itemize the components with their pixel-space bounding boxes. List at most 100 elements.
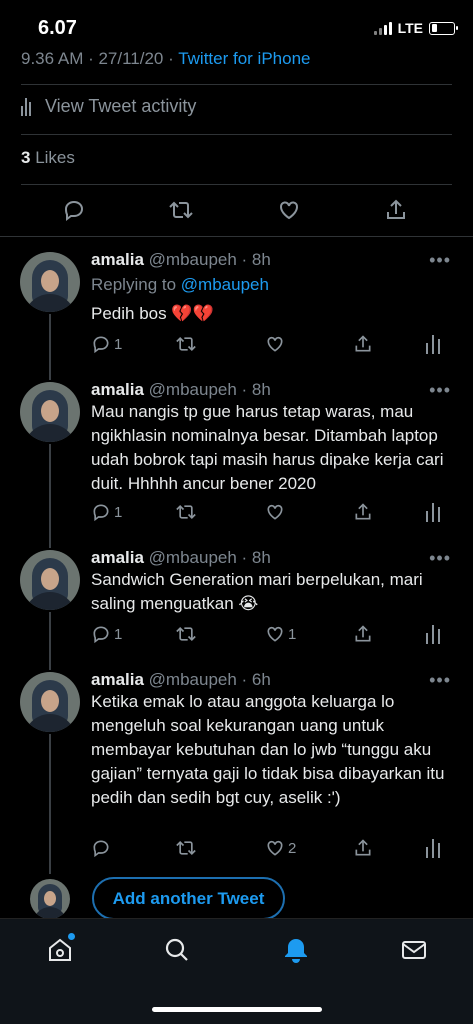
unread-dot [68, 933, 75, 940]
tab-home[interactable] [45, 933, 75, 965]
author-name[interactable]: amalia [91, 250, 144, 269]
retweet-button[interactable] [175, 622, 200, 646]
like-button[interactable] [265, 332, 288, 356]
tweet-actions: 1 [91, 500, 451, 524]
tweet-text: Sandwich Generation mari berpelukan, mar… [91, 570, 423, 613]
retweet-button[interactable] [175, 836, 200, 860]
thread-line [49, 612, 51, 670]
home-icon [49, 938, 71, 961]
more-options-icon[interactable]: ••• [429, 380, 451, 401]
author-handle: @mbaupeh · 8h [148, 380, 271, 399]
like-icon [267, 336, 283, 352]
divider [21, 84, 452, 85]
analytics-button[interactable] [425, 622, 441, 646]
reply-button[interactable]: 1 [91, 332, 122, 356]
analytics-icon [426, 839, 440, 858]
like-button[interactable]: 2 [265, 836, 296, 860]
avatar[interactable] [20, 672, 80, 732]
analytics-icon [426, 625, 440, 644]
network-label: LTE [397, 20, 423, 36]
bottom-tab-bar [0, 918, 473, 1024]
divider [21, 184, 452, 185]
retweet-button[interactable] [175, 332, 200, 356]
replying-to-line: Replying to @mbaupeh [91, 275, 269, 294]
reply-button[interactable]: 1 [91, 622, 122, 646]
author-handle: @mbaupeh · 8h [148, 250, 271, 269]
analytics-icon [21, 97, 35, 116]
analytics-button[interactable] [425, 836, 441, 860]
replying-to-mention[interactable]: @mbaupeh [181, 275, 269, 294]
share-icon [355, 839, 371, 856]
reply-icon [93, 840, 109, 858]
author-name[interactable]: amalia [91, 380, 144, 399]
tweet-actions: 2 [91, 836, 451, 860]
reply-count: 1 [114, 625, 123, 643]
share-button[interactable] [353, 836, 373, 860]
tweet-text: Pedih bos 💔💔 [91, 304, 214, 323]
compose-row: Add another Tweet [0, 870, 473, 920]
messages-icon [402, 941, 426, 959]
status-indicators: LTE [373, 20, 458, 36]
author-handle: @mbaupeh · 6h [148, 670, 271, 689]
retweet-icon [176, 504, 196, 520]
author-handle: @mbaupeh · 8h [148, 548, 271, 567]
more-options-icon[interactable]: ••• [429, 548, 451, 569]
retweet-icon [176, 840, 196, 856]
share-button[interactable] [353, 332, 373, 356]
like-icon [267, 840, 283, 856]
reply-count: 1 [114, 503, 123, 521]
like-icon [267, 626, 283, 642]
avatar [30, 879, 70, 919]
like-button[interactable] [265, 500, 288, 524]
share-icon[interactable] [383, 197, 409, 223]
analytics-icon [426, 503, 440, 522]
retweet-button[interactable] [175, 500, 200, 524]
divider [0, 236, 473, 237]
like-button[interactable]: 1 [265, 622, 296, 646]
add-another-tweet-button[interactable]: Add another Tweet [92, 877, 285, 920]
avatar[interactable] [20, 550, 80, 610]
reply-count: 1 [114, 335, 123, 353]
tweet-actions: 1 [91, 332, 451, 356]
like-icon [267, 504, 283, 520]
share-button[interactable] [353, 622, 373, 646]
tab-search[interactable] [162, 935, 192, 965]
view-tweet-activity-button[interactable]: View Tweet activity [21, 96, 196, 117]
share-button[interactable] [353, 500, 373, 524]
status-bar: 6.07 LTE [0, 0, 473, 44]
signal-icon [373, 21, 392, 35]
more-options-icon[interactable]: ••• [429, 670, 451, 691]
analytics-button[interactable] [425, 500, 441, 524]
avatar[interactable] [20, 382, 80, 442]
retweet-icon[interactable] [168, 197, 194, 223]
more-options-icon[interactable]: ••• [429, 250, 451, 271]
tab-notifications[interactable] [281, 935, 311, 965]
share-icon [355, 503, 371, 520]
author-name[interactable]: amalia [91, 670, 144, 689]
reply-icon[interactable] [61, 197, 87, 223]
like-icon[interactable] [276, 197, 302, 223]
like-count: 2 [288, 839, 297, 857]
home-indicator [152, 1007, 322, 1012]
tweet-text: Mau nangis tp gue harus tetap waras, mau… [91, 402, 444, 493]
likes-count-link[interactable]: 3 Likes [21, 148, 75, 168]
reply-button[interactable]: 1 [91, 500, 122, 524]
divider [21, 134, 452, 135]
share-icon [355, 335, 371, 352]
reply-button[interactable] [91, 836, 114, 860]
author-name[interactable]: amalia [91, 548, 144, 567]
thread-line [49, 734, 51, 874]
avatar[interactable] [20, 252, 80, 312]
share-icon [355, 625, 371, 642]
tab-messages[interactable] [399, 935, 429, 965]
retweet-icon [176, 336, 196, 352]
analytics-button[interactable] [425, 332, 441, 356]
search-icon [165, 938, 188, 961]
notifications-icon [285, 939, 307, 963]
tweet-client-link[interactable]: Twitter for iPhone [178, 49, 310, 68]
analytics-icon [426, 335, 440, 354]
status-time: 6.07 [38, 17, 77, 39]
thread-line [49, 444, 51, 548]
view-tweet-activity-label: View Tweet activity [45, 96, 197, 116]
tweet-actions: 1 1 [91, 622, 451, 646]
